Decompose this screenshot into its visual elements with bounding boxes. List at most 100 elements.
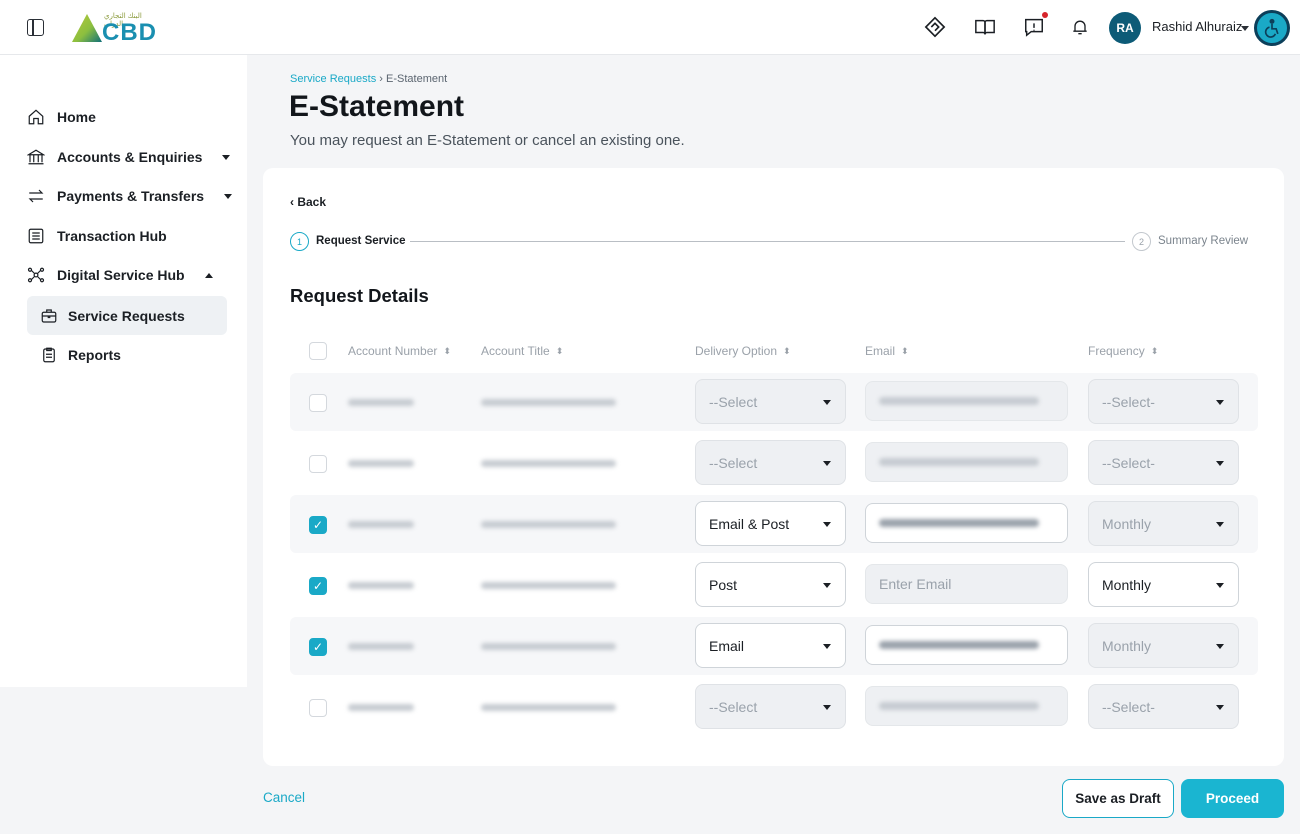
delivery-option-select[interactable]: Post <box>695 562 846 607</box>
select-all-checkbox[interactable] <box>309 342 327 360</box>
column-header-account-title[interactable]: Account Title ⬍ <box>481 344 563 358</box>
account-title-redacted <box>481 582 616 589</box>
save-as-draft-button[interactable]: Save as Draft <box>1062 779 1174 818</box>
delivery-option-select[interactable]: --Select <box>695 440 846 485</box>
transfer-icon <box>28 189 44 203</box>
row-checkbox[interactable] <box>309 455 327 473</box>
caret-down-icon <box>1216 461 1224 466</box>
step-2-label: Summary Review <box>1158 235 1249 247</box>
breadcrumb-link-service-requests[interactable]: Service Requests <box>290 73 376 85</box>
frequency-select[interactable]: Monthly <box>1088 562 1239 607</box>
row-checkbox[interactable] <box>309 699 327 717</box>
back-link[interactable]: ‹ Back <box>290 195 326 209</box>
user-name[interactable]: Rashid Alhuraiz <box>1152 19 1242 34</box>
delivery-option-select[interactable]: --Select <box>695 379 846 424</box>
frequency-select[interactable]: --Select- <box>1088 440 1239 485</box>
caret-down-icon <box>1216 400 1224 405</box>
list-icon <box>28 228 44 244</box>
caret-down-icon <box>1216 705 1224 710</box>
frequency-select[interactable]: --Select- <box>1088 379 1239 424</box>
sidebar-toggle-icon[interactable] <box>27 19 44 36</box>
breadcrumb: Service Requests › E-Statement <box>290 73 447 85</box>
proceed-button[interactable]: Proceed <box>1181 779 1284 818</box>
email-field[interactable] <box>865 686 1068 726</box>
select-value: Monthly <box>1102 576 1152 593</box>
select-value: --Select- <box>1102 698 1155 715</box>
sidebar-item-accounts[interactable]: Accounts & Enquiries <box>27 147 231 167</box>
caret-down-icon <box>823 461 831 466</box>
sidebar-item-digital-service-hub[interactable]: Digital Service Hub <box>27 265 213 285</box>
select-value: --Select <box>709 698 758 715</box>
sort-icon: ⬍ <box>1150 345 1159 356</box>
caret-down-icon <box>823 583 831 588</box>
frequency-select[interactable]: Monthly <box>1088 623 1239 668</box>
handshake-icon[interactable] <box>923 15 947 39</box>
logo-mark-icon <box>72 14 102 42</box>
email-field[interactable] <box>865 625 1068 665</box>
sidebar-item-service-requests[interactable]: Service Requests <box>27 296 227 335</box>
cbd-logo[interactable]: البنك التجاري الدولي CBD <box>72 12 158 46</box>
email-redacted <box>879 702 1039 710</box>
table-row: ✓ Post Enter Email Monthly <box>290 556 1258 614</box>
account-number-redacted <box>348 460 414 467</box>
row-checkbox[interactable]: ✓ <box>309 638 327 656</box>
email-redacted <box>879 397 1039 405</box>
column-header-frequency[interactable]: Frequency ⬍ <box>1088 344 1158 358</box>
sidebar-item-label: Payments & Transfers <box>57 188 205 204</box>
account-number-redacted <box>348 521 414 528</box>
sort-icon: ⬍ <box>443 345 451 356</box>
sidebar-item-reports[interactable]: Reports <box>27 335 227 374</box>
account-number-redacted <box>348 399 414 406</box>
page-subtitle: You may request an E-Statement or cancel… <box>290 132 685 149</box>
table-row: --Select --Select- <box>290 373 1258 431</box>
avatar[interactable]: RA <box>1109 12 1141 44</box>
chevron-up-icon <box>204 272 213 278</box>
briefcase-icon <box>41 308 57 323</box>
accessibility-icon[interactable] <box>1254 10 1290 46</box>
sidebar: Home Accounts & Enquiries Payments & Tra… <box>0 55 247 687</box>
delivery-option-select[interactable]: Email & Post <box>695 501 846 546</box>
table-row: --Select --Select- <box>290 678 1258 736</box>
table-row: --Select --Select- <box>290 434 1258 492</box>
column-header-label: Account Title <box>481 344 550 358</box>
frequency-select[interactable]: Monthly <box>1088 501 1239 546</box>
sidebar-item-home[interactable]: Home <box>27 107 96 127</box>
column-header-delivery-option[interactable]: Delivery Option ⬍ <box>695 344 791 358</box>
sort-icon: ⬍ <box>783 345 791 356</box>
book-icon[interactable] <box>973 15 997 39</box>
step-1-indicator: 1 <box>290 232 309 251</box>
cancel-link[interactable]: Cancel <box>263 790 305 805</box>
email-redacted <box>879 641 1039 649</box>
caret-down-icon <box>823 705 831 710</box>
row-checkbox[interactable]: ✓ <box>309 577 327 595</box>
frequency-select[interactable]: --Select- <box>1088 684 1239 729</box>
email-field[interactable]: Enter Email <box>865 564 1068 604</box>
select-value: --Select <box>709 393 758 410</box>
top-header: البنك التجاري الدولي CBD RA Rashid Alhur… <box>0 0 1300 55</box>
row-checkbox[interactable]: ✓ <box>309 516 327 534</box>
sidebar-item-payments[interactable]: Payments & Transfers <box>27 186 233 206</box>
column-header-email[interactable]: Email ⬍ <box>865 344 909 358</box>
column-header-account-number[interactable]: Account Number ⬍ <box>348 344 451 358</box>
select-value: Monthly <box>1102 637 1152 654</box>
sidebar-item-label: Service Requests <box>68 307 185 324</box>
bell-icon[interactable] <box>1068 15 1092 39</box>
table-row: ✓ Email & Post Monthly <box>290 495 1258 553</box>
breadcrumb-separator: › <box>379 73 383 85</box>
chevron-down-icon[interactable] <box>1241 26 1249 31</box>
account-title-redacted <box>481 460 616 467</box>
row-checkbox[interactable] <box>309 394 327 412</box>
delivery-option-select[interactable]: Email <box>695 623 846 668</box>
email-field[interactable] <box>865 503 1068 543</box>
breadcrumb-current: E-Statement <box>386 73 448 85</box>
caret-down-icon <box>823 400 831 405</box>
email-redacted <box>879 519 1039 527</box>
email-redacted <box>879 458 1039 466</box>
sidebar-item-transaction-hub[interactable]: Transaction Hub <box>27 226 167 246</box>
email-field[interactable] <box>865 381 1068 421</box>
delivery-option-select[interactable]: --Select <box>695 684 846 729</box>
feedback-icon[interactable] <box>1022 12 1048 39</box>
column-header-label: Frequency <box>1088 344 1145 358</box>
caret-down-icon <box>1216 644 1224 649</box>
email-field[interactable] <box>865 442 1068 482</box>
